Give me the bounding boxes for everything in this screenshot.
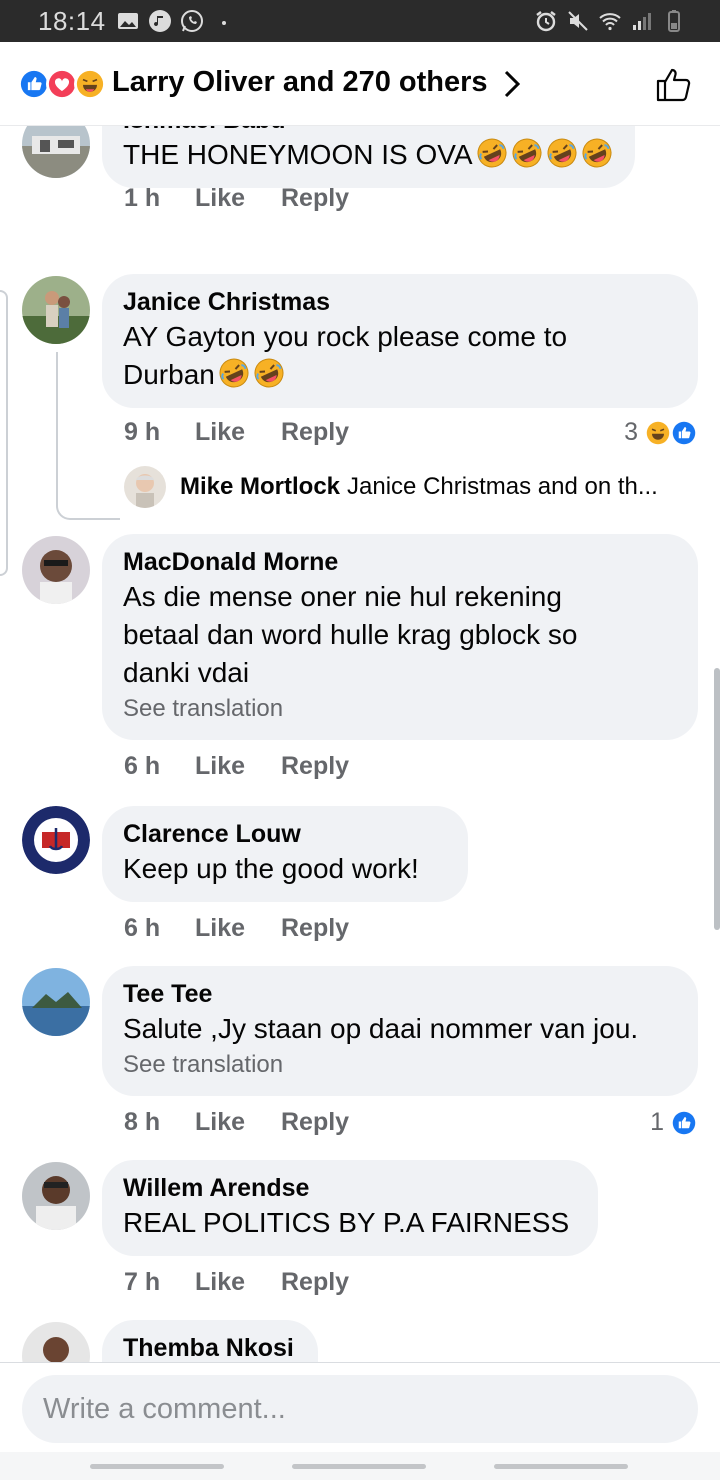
avatar[interactable] bbox=[22, 276, 90, 344]
comment-time[interactable]: 9 h bbox=[124, 418, 195, 447]
battery-icon bbox=[668, 10, 680, 32]
chevron-right-icon[interactable] bbox=[498, 68, 526, 100]
avatar[interactable] bbox=[22, 1162, 90, 1230]
comment-author[interactable]: Themba Nkosi bbox=[123, 1332, 296, 1362]
avatar[interactable] bbox=[22, 1322, 90, 1362]
reaction-icons bbox=[18, 68, 108, 100]
like-button[interactable]: Like bbox=[195, 914, 281, 943]
comment-time[interactable]: 6 h bbox=[124, 752, 195, 781]
dot-icon bbox=[222, 21, 226, 25]
reactions-header[interactable]: Larry Oliver and 270 others bbox=[0, 42, 720, 126]
write-comment-input[interactable] bbox=[22, 1375, 698, 1443]
avatar[interactable] bbox=[22, 968, 90, 1036]
comment-reaction-count[interactable]: 1 bbox=[650, 1108, 698, 1137]
comment-text-line: betaal dan word hulle krag gblock so bbox=[123, 619, 578, 650]
comment-author[interactable]: Clarence Louw bbox=[123, 818, 446, 850]
comment-text-line: Durban bbox=[123, 356, 676, 394]
comment-time[interactable]: 7 h bbox=[124, 1268, 195, 1297]
avatar[interactable] bbox=[22, 126, 90, 178]
comment-actions: 6 h Like Reply bbox=[124, 752, 349, 781]
comment-actions: 6 h Like Reply bbox=[124, 914, 349, 943]
avatar bbox=[124, 466, 166, 508]
signal-icon bbox=[633, 13, 651, 30]
comments-sheet: Larry Oliver and 270 others Ishmael Babu… bbox=[0, 42, 720, 1480]
rofl-emoji-icon bbox=[254, 358, 284, 388]
like-button[interactable]: Like bbox=[195, 752, 281, 781]
like-reaction-icon bbox=[670, 1108, 698, 1137]
comment-bubble[interactable]: MacDonald Morne As die mense oner nie hu… bbox=[102, 534, 698, 740]
gallery-icon bbox=[118, 13, 138, 29]
comment-text: REAL POLITICS BY P.A FAIRNESS bbox=[123, 1207, 570, 1238]
system-nav-bar bbox=[0, 1452, 720, 1480]
comments-list: Ishmael Babu THE HONEYMOON IS OVA 1 h Li… bbox=[0, 126, 720, 1362]
comment-text: Salute ,Jy staan op daai nommer van jou. bbox=[123, 1013, 639, 1044]
reactions-summary-label[interactable]: Larry Oliver and 270 others bbox=[112, 66, 488, 99]
like-button[interactable]: Like bbox=[195, 184, 281, 213]
see-translation-link[interactable]: See translation bbox=[123, 1048, 676, 1082]
reply-button[interactable]: Reply bbox=[281, 418, 349, 447]
comment-actions: 9 h Like Reply bbox=[124, 418, 349, 447]
avatar[interactable] bbox=[22, 536, 90, 604]
rofl-emoji-icon bbox=[477, 138, 507, 168]
comment-reaction-count[interactable]: 3 bbox=[624, 418, 698, 447]
reply-author: Mike Mortlock bbox=[180, 473, 341, 500]
comment-bubble[interactable]: Clarence Louw Keep up the good work! bbox=[102, 806, 468, 902]
mute-icon bbox=[568, 11, 588, 31]
comment-text-line: AY Gayton you rock please come to bbox=[123, 321, 568, 352]
haha-reaction-icon bbox=[644, 418, 672, 447]
reply-button[interactable]: Reply bbox=[281, 1108, 349, 1137]
comment-author[interactable]: Janice Christmas bbox=[123, 286, 676, 318]
reply-button[interactable]: Reply bbox=[281, 914, 349, 943]
comment-actions: 8 h Like Reply bbox=[124, 1108, 349, 1137]
comment-actions: 1 h Like Reply bbox=[124, 184, 349, 213]
comment-text: Keep up the good work! bbox=[123, 853, 419, 884]
status-time: 18:14 bbox=[38, 6, 106, 36]
comment-text-line: danki vdai bbox=[123, 657, 250, 688]
rofl-emoji-icon bbox=[219, 358, 249, 388]
comment-author[interactable]: MacDonald Morne bbox=[123, 546, 676, 578]
comment-bubble[interactable]: Tee Tee Salute ,Jy staan op daai nommer … bbox=[102, 966, 698, 1096]
rofl-emoji-icon bbox=[547, 138, 577, 168]
reply-button[interactable]: Reply bbox=[281, 1268, 349, 1297]
comment-bubble[interactable]: Willem Arendse REAL POLITICS BY P.A FAIR… bbox=[102, 1160, 598, 1256]
whatsapp-icon bbox=[181, 10, 203, 32]
like-outline-icon[interactable] bbox=[654, 64, 694, 104]
rofl-emoji-icon bbox=[582, 138, 612, 168]
haha-reaction-icon bbox=[74, 68, 106, 100]
rofl-emoji-icon bbox=[512, 138, 542, 168]
comment-time[interactable]: 8 h bbox=[124, 1108, 195, 1137]
comment-actions: 7 h Like Reply bbox=[124, 1268, 349, 1297]
nav-home-button[interactable] bbox=[292, 1464, 426, 1469]
comment-text-line: As die mense oner nie hul rekening bbox=[123, 581, 562, 612]
avatar[interactable] bbox=[22, 806, 90, 874]
alarm-icon bbox=[536, 11, 556, 32]
reply-preview[interactable]: Mike Mortlock Janice Christmas and on th… bbox=[124, 466, 658, 508]
reply-button[interactable]: Reply bbox=[281, 184, 349, 213]
reply-button[interactable]: Reply bbox=[281, 752, 349, 781]
nav-recents-button[interactable] bbox=[90, 1464, 224, 1469]
comment-bubble[interactable]: Janice Christmas AY Gayton you rock plea… bbox=[102, 274, 698, 408]
like-button[interactable]: Like bbox=[195, 418, 281, 447]
comment-author[interactable]: Willem Arendse bbox=[123, 1172, 576, 1204]
see-translation-link[interactable]: See translation bbox=[123, 692, 676, 726]
comment-time[interactable]: 1 h bbox=[124, 184, 195, 213]
status-bar: 18:14 bbox=[0, 0, 720, 42]
like-reaction-icon bbox=[670, 418, 698, 447]
music-icon bbox=[149, 10, 171, 32]
like-button[interactable]: Like bbox=[195, 1268, 281, 1297]
comment-bubble[interactable]: Ishmael Babu THE HONEYMOON IS OVA bbox=[102, 126, 635, 188]
thread-line bbox=[56, 352, 120, 520]
like-button[interactable]: Like bbox=[195, 1108, 281, 1137]
comment-author[interactable]: Ishmael Babu bbox=[123, 126, 613, 136]
comment-text: THE HONEYMOON IS OVA bbox=[123, 136, 613, 174]
nav-back-button[interactable] bbox=[494, 1464, 628, 1469]
wifi-icon bbox=[599, 13, 621, 31]
comment-bubble[interactable]: Themba Nkosi bbox=[102, 1320, 318, 1362]
comment-time[interactable]: 6 h bbox=[124, 914, 195, 943]
comment-author[interactable]: Tee Tee bbox=[123, 978, 676, 1010]
reply-snippet: Janice Christmas and on th... bbox=[347, 473, 658, 500]
